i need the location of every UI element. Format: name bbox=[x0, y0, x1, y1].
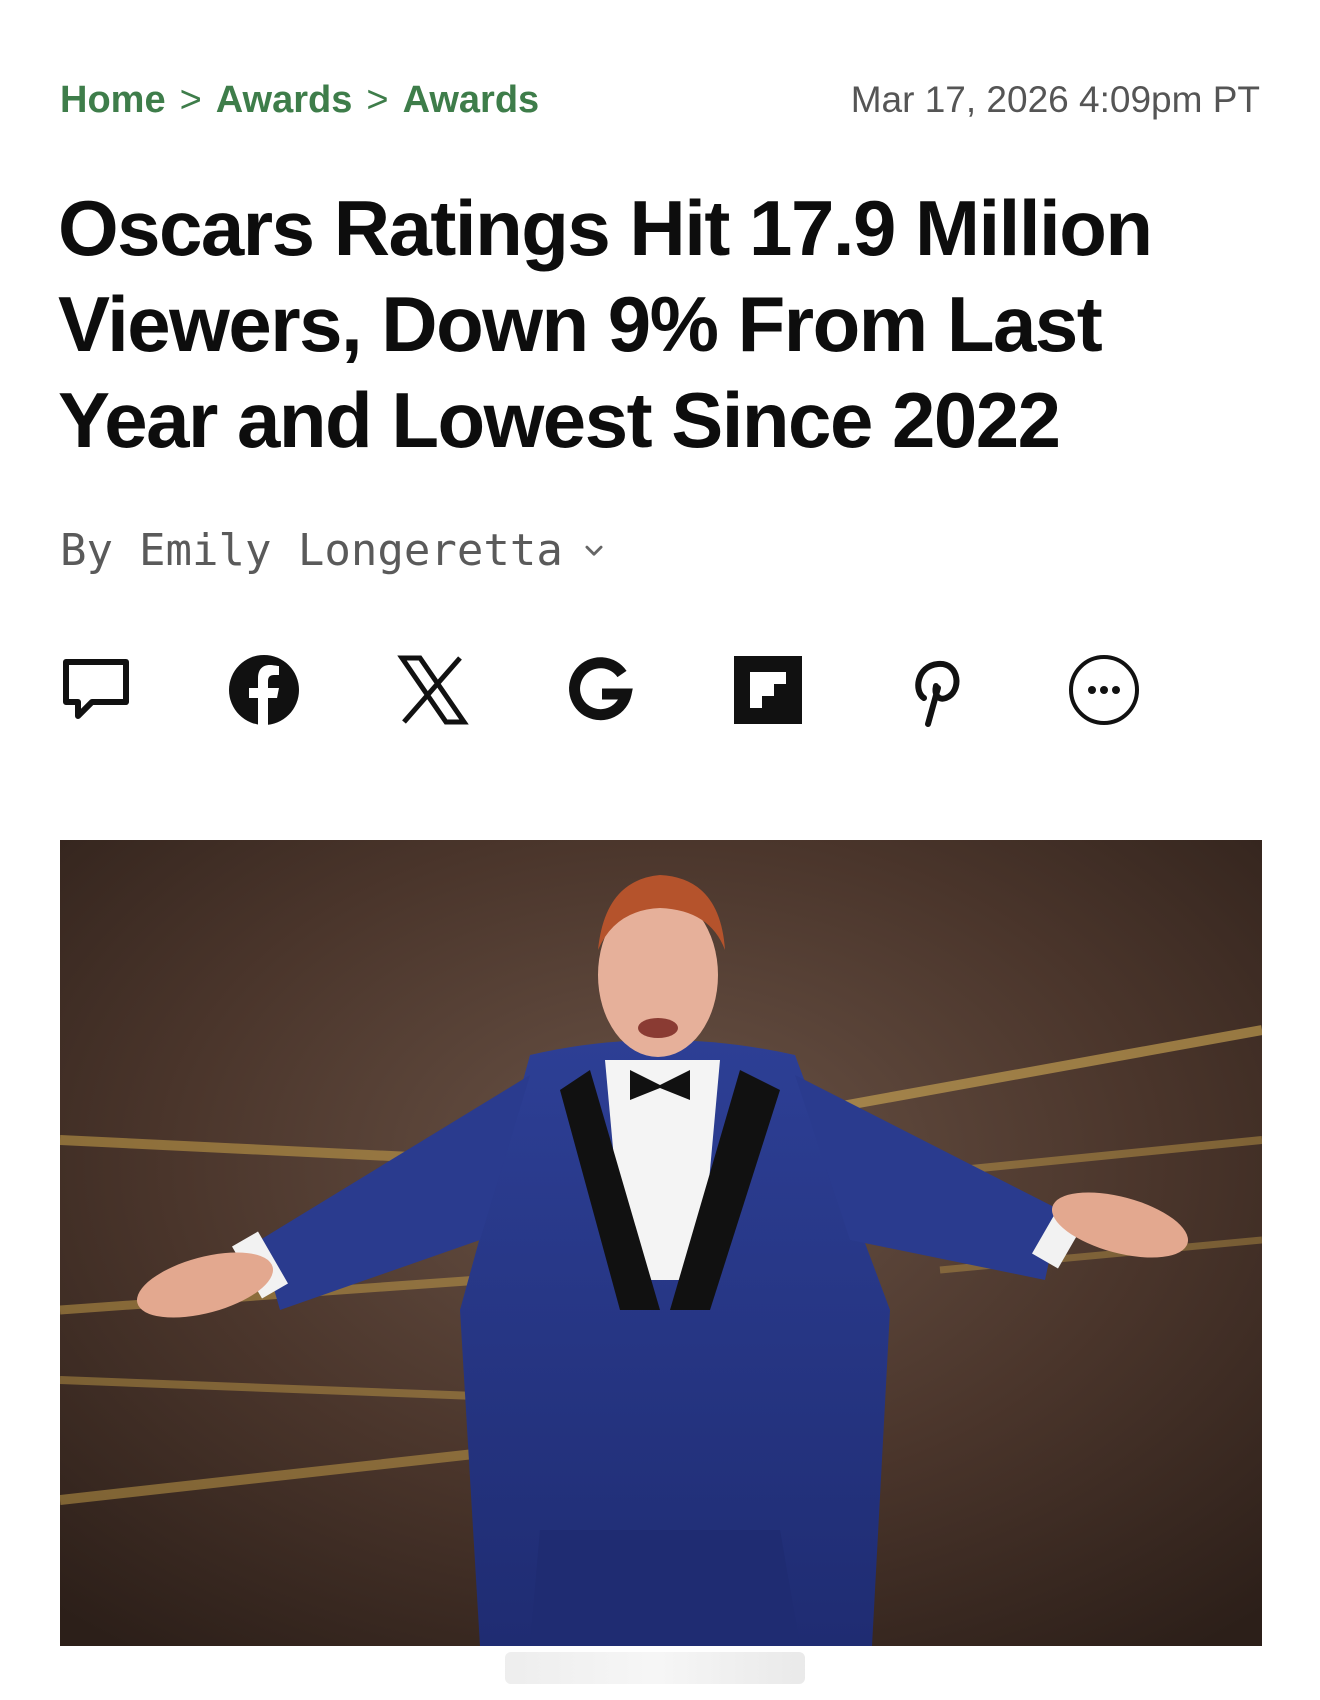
byline[interactable]: By Emily Longeretta bbox=[60, 520, 611, 580]
breadcrumb-separator: > bbox=[179, 78, 202, 121]
article-headline: Oscars Ratings Hit 17.9 Million Viewers,… bbox=[58, 184, 1153, 464]
breadcrumb: Home > Awards > Awards bbox=[60, 79, 539, 122]
share-bar bbox=[58, 650, 1142, 730]
facebook-icon[interactable] bbox=[226, 652, 302, 728]
flipboard-icon[interactable] bbox=[730, 652, 806, 728]
author-name[interactable]: Emily Longeretta bbox=[139, 525, 563, 576]
x-icon[interactable] bbox=[394, 652, 470, 728]
google-icon[interactable] bbox=[562, 652, 638, 728]
chevron-down-icon[interactable] bbox=[577, 533, 611, 567]
article-hero-image bbox=[60, 840, 1262, 1646]
pinterest-icon[interactable] bbox=[898, 652, 974, 728]
publish-timestamp: Mar 17, 2026 4:09pm PT bbox=[850, 79, 1260, 120]
article-meta-bar: Home > Awards > Awards Mar 17, 2026 4:09… bbox=[60, 72, 1260, 128]
breadcrumb-home[interactable]: Home bbox=[60, 79, 166, 122]
more-icon[interactable] bbox=[1066, 652, 1142, 728]
byline-prefix: By bbox=[60, 524, 113, 576]
breadcrumb-awards[interactable]: Awards bbox=[216, 79, 353, 122]
breadcrumb-separator: > bbox=[366, 78, 389, 121]
comment-icon[interactable] bbox=[58, 652, 134, 728]
image-caption-placeholder bbox=[505, 1652, 805, 1684]
breadcrumb-awards-sub[interactable]: Awards bbox=[403, 79, 540, 122]
